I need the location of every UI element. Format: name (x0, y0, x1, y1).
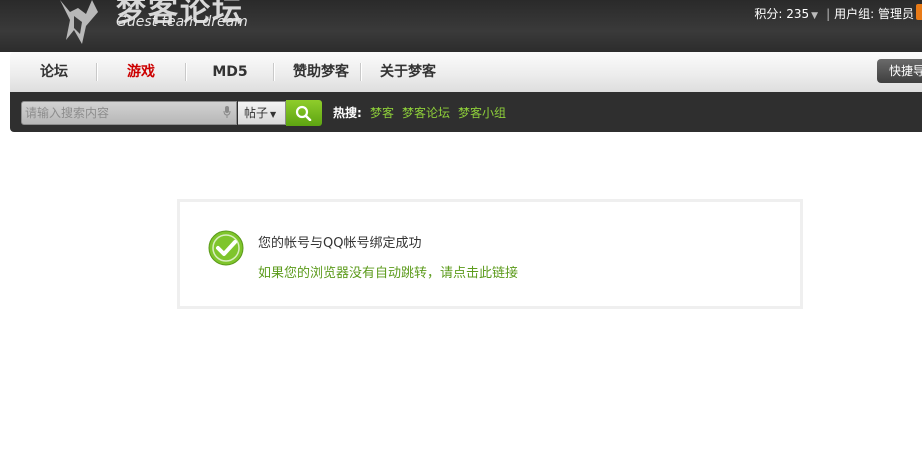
nav-divider (360, 63, 361, 81)
search-button[interactable] (286, 100, 322, 126)
check-circle-icon (208, 230, 244, 266)
hot-link[interactable]: 梦客小组 (458, 92, 506, 134)
quick-nav-button[interactable]: 快捷导航 (877, 59, 922, 83)
nav-item-about[interactable]: 关于梦客 (369, 52, 447, 92)
logo-subtitle: Guest team dream (116, 14, 248, 30)
nav-item-md5[interactable]: MD5 (199, 52, 261, 92)
main-nav: 论坛 游戏 MD5 赞助梦客 关于梦客 快捷导航 (10, 52, 922, 92)
caret-down-icon: ▼ (270, 110, 277, 119)
search-icon (295, 105, 312, 121)
microphone-icon[interactable] (223, 106, 231, 118)
nav-item-sponsor[interactable]: 赞助梦客 (282, 52, 360, 92)
site-logo[interactable]: 梦客论坛 Guest team dream (52, 0, 272, 48)
nav-divider (96, 63, 97, 81)
points-menu[interactable]: 积分: 235 ▼ (754, 7, 818, 21)
search-bar: 帖子▼ 热搜: 梦客 梦客论坛 梦客小组 (10, 92, 922, 132)
nav-item-games[interactable]: 游戏 (110, 52, 172, 92)
message-box: 您的帐号与QQ帐号绑定成功 如果您的浏览器没有自动跳转，请点击此链接 (177, 199, 803, 309)
hot-link[interactable]: 梦客 (370, 92, 394, 134)
usergroup-label[interactable]: 用户组: 管理员 (834, 7, 914, 21)
user-info: 积分: 235 ▼ | 用户组: 管理员 (754, 5, 914, 22)
search-input[interactable] (21, 101, 237, 125)
redirect-link[interactable]: 如果您的浏览器没有自动跳转，请点击此链接 (258, 262, 518, 281)
notification-badge-icon[interactable] (916, 4, 922, 20)
nav-item-forum[interactable]: 论坛 (24, 52, 84, 92)
logo-emblem-icon (60, 0, 98, 44)
search-scope-label: 帖子 (244, 106, 269, 120)
nav-divider (273, 63, 274, 81)
hot-search-label: 热搜: (333, 106, 362, 120)
nav-divider (185, 63, 186, 81)
divider: | (826, 7, 831, 21)
caret-down-icon: ▼ (811, 11, 819, 21)
points-label: 积分: 235 (754, 7, 810, 21)
hot-link[interactable]: 梦客论坛 (402, 92, 450, 134)
success-message: 您的帐号与QQ帐号绑定成功 (258, 236, 422, 251)
search-scope-select[interactable]: 帖子 ▼ (238, 101, 286, 125)
site-header: 梦客论坛 Guest team dream 积分: 235 ▼ | 用户组: 管理员 (0, 0, 922, 52)
